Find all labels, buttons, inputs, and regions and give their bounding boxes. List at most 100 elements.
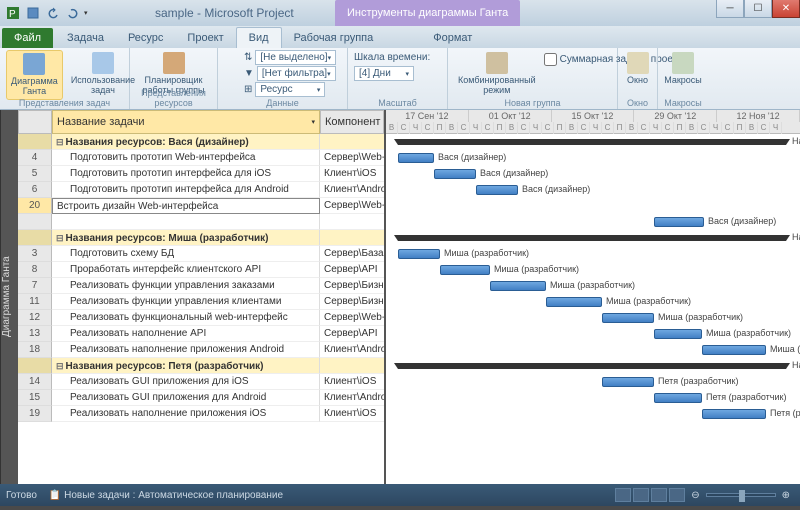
view-btn-1[interactable] <box>615 488 631 502</box>
context-tab[interactable]: Инструменты диаграммы Ганта <box>335 0 520 26</box>
tab-project[interactable]: Проект <box>175 28 235 48</box>
gantt-bar[interactable] <box>602 313 654 323</box>
tab-workgroup[interactable]: Рабочая группа <box>282 28 386 48</box>
name-column-header[interactable]: Название задачи▾ <box>52 110 320 134</box>
gantt-bar[interactable] <box>702 345 766 355</box>
view-btn-4[interactable] <box>669 488 685 502</box>
component-cell[interactable]: Сервер\API <box>320 326 384 342</box>
table-row[interactable]: 12Реализовать функциональный web-интерфе… <box>18 310 384 326</box>
app-icon[interactable]: P <box>4 4 22 22</box>
component-cell[interactable]: Клиент\iOS <box>320 374 384 390</box>
tab-file[interactable]: Файл <box>2 28 53 48</box>
gantt-bar[interactable] <box>654 393 702 403</box>
gantt-bar[interactable] <box>476 185 518 195</box>
zoom-in-icon[interactable]: ⊕ <box>782 490 790 501</box>
component-cell[interactable]: Сервер\API <box>320 262 384 278</box>
task-name-cell[interactable]: Подготовить прототип интерфейса для Andr… <box>52 182 320 198</box>
component-cell[interactable]: Клиент\Android <box>320 390 384 406</box>
collapse-icon[interactable]: ⊟ <box>56 137 64 147</box>
table-row[interactable]: ⊟Названия ресурсов: Вася (дизайнер) <box>18 134 384 150</box>
task-name-cell[interactable]: Реализовать GUI приложения для Android <box>52 390 320 406</box>
gantt-bar[interactable] <box>490 281 546 291</box>
task-name-cell[interactable]: ⊟Названия ресурсов: Миша (разработчик) <box>52 230 320 246</box>
table-row[interactable]: 4Подготовить прототип Web-интерфейсаСерв… <box>18 150 384 166</box>
gantt-bar[interactable] <box>398 249 440 259</box>
tab-task[interactable]: Задача <box>55 28 116 48</box>
component-cell[interactable] <box>320 230 384 246</box>
gantt-bar[interactable] <box>434 169 476 179</box>
filter-dropdown[interactable]: [Нет фильтра]▾ <box>257 66 336 81</box>
timescale-dropdown[interactable]: [4] Дни▾ <box>354 66 414 81</box>
gantt-bar[interactable] <box>546 297 602 307</box>
combined-mode-button[interactable]: Комбинированный режим <box>454 50 540 98</box>
group-icon[interactable]: ⊞ <box>244 84 252 95</box>
table-row[interactable]: 6Подготовить прототип интерфейса для And… <box>18 182 384 198</box>
component-cell[interactable]: Сервер\Web-ин <box>320 150 384 166</box>
column-dropdown-icon[interactable]: ▾ <box>311 118 315 126</box>
filter-icon[interactable]: ▼ <box>244 68 254 79</box>
component-cell[interactable]: Клиент\iOS <box>320 166 384 182</box>
component-column-header[interactable]: Компонент <box>320 110 384 134</box>
macros-button[interactable]: Макросы <box>664 50 702 88</box>
component-cell[interactable]: Сервер\Web-ин <box>320 198 384 214</box>
task-name-cell[interactable]: Реализовать наполнение приложения iOS <box>52 406 320 422</box>
component-cell[interactable] <box>320 134 384 150</box>
summary-bar[interactable] <box>398 363 786 369</box>
task-name-cell[interactable]: ⊟Названия ресурсов: Вася (дизайнер) <box>52 134 320 150</box>
table-row[interactable]: 18Реализовать наполнение приложения Andr… <box>18 342 384 358</box>
gantt-chart[interactable]: 17 Сен '1201 Окт '1215 Окт '1229 Окт '12… <box>384 110 800 484</box>
gantt-bar[interactable] <box>654 329 702 339</box>
side-tab-gantt[interactable]: Диаграмма Ганта <box>0 110 18 484</box>
table-row[interactable]: 20Встроить дизайн Web-интерфейсаСервер\W… <box>18 198 384 214</box>
gantt-bar[interactable] <box>398 153 434 163</box>
summary-bar[interactable] <box>398 139 786 145</box>
table-row[interactable]: 15Реализовать GUI приложения для Android… <box>18 390 384 406</box>
highlight-dropdown[interactable]: [Не выделено]▾ <box>255 50 336 65</box>
table-row[interactable]: ⊟Названия ресурсов: Петя (разработчик) <box>18 358 384 374</box>
tab-view[interactable]: Вид <box>236 27 282 48</box>
task-name-cell[interactable]: Реализовать GUI приложения для iOS <box>52 374 320 390</box>
save-icon[interactable] <box>24 4 42 22</box>
table-row[interactable]: 5Подготовить прототип интерфейса для iOS… <box>18 166 384 182</box>
collapse-icon[interactable]: ⊟ <box>56 233 64 243</box>
task-name-cell[interactable]: Подготовить прототип интерфейса для iOS <box>52 166 320 182</box>
component-cell[interactable]: Сервер\Бизнес- <box>320 278 384 294</box>
task-name-cell[interactable]: Встроить дизайн Web-интерфейса <box>52 198 320 214</box>
gantt-chart-button[interactable]: Диаграмма Ганта <box>6 50 63 100</box>
component-cell[interactable]: Клиент\Android <box>320 182 384 198</box>
component-cell[interactable]: Клиент\Android <box>320 342 384 358</box>
maximize-button[interactable]: ☐ <box>744 0 772 18</box>
summary-task-checkbox[interactable] <box>544 53 557 66</box>
table-row[interactable]: 19Реализовать наполнение приложения iOSК… <box>18 406 384 422</box>
task-name-cell[interactable]: Подготовить прототип Web-интерфейса <box>52 150 320 166</box>
task-name-cell[interactable]: Реализовать функции управления клиентами <box>52 294 320 310</box>
gantt-bar[interactable] <box>602 377 654 387</box>
tab-format[interactable]: Формат <box>421 28 484 48</box>
redo-icon[interactable] <box>64 4 82 22</box>
table-row[interactable]: 14Реализовать GUI приложения для iOSКлие… <box>18 374 384 390</box>
table-row[interactable]: 11Реализовать функции управления клиента… <box>18 294 384 310</box>
gantt-bar[interactable] <box>702 409 766 419</box>
undo-icon[interactable] <box>44 4 62 22</box>
table-row[interactable]: 13Реализовать наполнение APIСервер\API <box>18 326 384 342</box>
summary-bar[interactable] <box>398 235 786 241</box>
component-cell[interactable]: Сервер\Web-ин <box>320 310 384 326</box>
group-dropdown[interactable]: Ресурс▾ <box>255 82 325 97</box>
component-cell[interactable]: Сервер\База-да <box>320 246 384 262</box>
component-cell[interactable]: Сервер\Бизнес- <box>320 294 384 310</box>
zoom-slider[interactable] <box>706 493 776 497</box>
component-cell[interactable]: Клиент\iOS <box>320 406 384 422</box>
id-column-header[interactable] <box>18 110 52 134</box>
minimize-button[interactable]: ─ <box>716 0 744 18</box>
view-btn-3[interactable] <box>651 488 667 502</box>
gantt-bar[interactable] <box>654 217 704 227</box>
table-row[interactable]: 3Подготовить схему БДСервер\База-да <box>18 246 384 262</box>
zoom-out-icon[interactable]: ⊖ <box>691 490 699 501</box>
task-usage-button[interactable]: Использование задач <box>67 50 139 98</box>
task-name-cell[interactable]: Реализовать наполнение API <box>52 326 320 342</box>
task-name-cell[interactable]: Проработать интерфейс клиентского API <box>52 262 320 278</box>
gantt-bar[interactable] <box>440 265 490 275</box>
task-name-cell[interactable]: ⊟Названия ресурсов: Петя (разработчик) <box>52 358 320 374</box>
sort-icon[interactable]: ⇅ <box>244 52 252 63</box>
close-button[interactable]: ✕ <box>772 0 800 18</box>
